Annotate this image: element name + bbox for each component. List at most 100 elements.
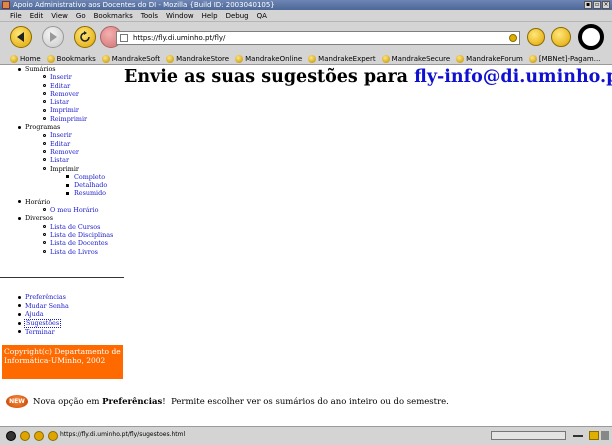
- reload-icon: [80, 31, 90, 42]
- meu-horario-link[interactable]: O meu Horário: [0, 206, 124, 214]
- imprimir-detalhado-link[interactable]: Detalhado: [0, 181, 124, 189]
- programas-editar-link[interactable]: Editar: [0, 140, 124, 148]
- bookmark-mandrakeonline[interactable]: MandrakeOnline: [235, 54, 303, 63]
- menu-window[interactable]: Window: [166, 12, 194, 20]
- sumarios-remover-link[interactable]: Remover: [0, 90, 124, 98]
- throbber-icon[interactable]: [578, 24, 604, 50]
- preferencias-link[interactable]: Preferências: [0, 293, 124, 302]
- window-controls: ▪ ▫ ×: [584, 1, 610, 9]
- imprimir-resumido-link[interactable]: Resumido: [0, 189, 124, 197]
- menu-edit[interactable]: Edit: [30, 12, 44, 20]
- back-arrow-icon: [17, 32, 24, 42]
- sidebar-menu: Sumários Inserir Editar Remover Listar I…: [0, 65, 124, 256]
- menu-view[interactable]: View: [51, 12, 68, 20]
- close-icon[interactable]: ×: [602, 1, 610, 9]
- programas-inserir-link[interactable]: Inserir: [0, 131, 124, 139]
- page-content: Sumários Inserir Editar Remover Listar I…: [0, 65, 612, 426]
- progress-bar: [491, 431, 566, 440]
- news-notice: NEW Nova opção em Preferências! Permite …: [6, 395, 449, 408]
- page-title-text: Envie as suas sugestões para: [124, 67, 409, 87]
- programas-imprimir-label: Imprimir: [0, 165, 124, 173]
- bookmark-mandrakestore[interactable]: MandrakeStore: [166, 54, 230, 63]
- bookmarks-toolbar: Home Bookmarks MandrakeSoft MandrakeStor…: [0, 53, 612, 65]
- menu-tools[interactable]: Tools: [141, 12, 158, 20]
- url-field[interactable]: https://fly.di.uminho.pt/fly/: [116, 31, 520, 45]
- sugestoes-item: Sugestões: [0, 318, 124, 328]
- news-prefix: Nova opção em: [33, 396, 100, 407]
- copyright-box: Copyright(c) Departamento de Informática…: [2, 345, 123, 379]
- sidebar-section-horario: Horário: [0, 198, 124, 206]
- bookmarks-icon: [46, 54, 55, 63]
- bookmark-label: MandrakeStore: [176, 54, 230, 63]
- url-text: https://fly.di.uminho.pt/fly/: [133, 34, 226, 42]
- home-icon: [10, 54, 18, 63]
- sumarios-reimprimir-link[interactable]: Reimprimir: [0, 115, 124, 123]
- bookmark-mandrakeexpert[interactable]: MandrakeExpert: [308, 54, 376, 63]
- bookmark-icon: [166, 54, 175, 63]
- menubar: File Edit View Go Bookmarks Tools Window…: [0, 10, 612, 22]
- search-button[interactable]: [527, 28, 545, 46]
- status-text: https://fly.di.uminho.pt/fly/sugestoes.h…: [60, 431, 186, 438]
- imprimir-completo-link[interactable]: Completo: [0, 173, 124, 181]
- menu-debug[interactable]: Debug: [226, 12, 249, 20]
- sidebar-section-sumarios: Sumários: [0, 65, 124, 73]
- sumarios-inserir-link[interactable]: Inserir: [0, 73, 124, 81]
- bookmark-icon: [235, 54, 244, 63]
- bookmark-mandrakesoft[interactable]: MandrakeSoft: [101, 54, 160, 63]
- bookmark-label: Bookmarks: [56, 54, 96, 63]
- mail-icon[interactable]: [20, 431, 30, 441]
- bookmark-mbnet[interactable]: [MBNet]-Pagam...: [528, 54, 601, 63]
- bookmark-mandrakeforum[interactable]: MandrakeForum: [456, 54, 523, 63]
- maximize-icon[interactable]: ▫: [593, 1, 601, 9]
- bookmark-home[interactable]: Home: [10, 54, 41, 63]
- sidebar-divider: [0, 277, 124, 278]
- bookmark-bookmarks[interactable]: Bookmarks: [46, 54, 96, 63]
- menu-help[interactable]: Help: [202, 12, 218, 20]
- resize-grip-icon[interactable]: [601, 431, 609, 440]
- url-dropdown-icon[interactable]: [509, 34, 517, 42]
- print-button[interactable]: [551, 27, 571, 47]
- bookmark-icon: [381, 54, 390, 63]
- sugestoes-link[interactable]: Sugestões: [17, 318, 62, 328]
- bookmark-icon: [456, 54, 465, 63]
- forward-arrow-icon: [50, 32, 57, 42]
- back-button[interactable]: [10, 26, 32, 48]
- composer-icon[interactable]: [34, 431, 44, 441]
- sumarios-listar-link[interactable]: Listar: [0, 98, 124, 106]
- news-suffix: ! Permite escolher ver os sumários do an…: [162, 396, 449, 407]
- sumarios-editar-link[interactable]: Editar: [0, 82, 124, 90]
- sidebar-section-programas: Programas: [0, 123, 124, 131]
- lista-cursos-link[interactable]: Lista de Cursos: [0, 223, 124, 231]
- menu-qa[interactable]: QA: [257, 12, 267, 20]
- navigator-icon[interactable]: [6, 431, 16, 441]
- page-title: Envie as suas sugestões para fly-info@di…: [124, 67, 612, 87]
- bookmark-label: MandrakeOnline: [245, 54, 303, 63]
- programas-listar-link[interactable]: Listar: [0, 156, 124, 164]
- contact-email-link[interactable]: fly-info@di.uminho.pt: [414, 67, 612, 87]
- minimize-icon[interactable]: ▪: [584, 1, 592, 9]
- window-title: Apoio Administrativo aos Docentes do DI …: [13, 1, 275, 9]
- forward-button[interactable]: [42, 26, 64, 48]
- sidebar-account-menu: Preferências Mudar Senha Ajuda Sugestões…: [0, 293, 124, 336]
- chat-icon[interactable]: [48, 431, 58, 441]
- lista-disciplinas-link[interactable]: Lista de Disciplinas: [0, 231, 124, 239]
- menu-go[interactable]: Go: [76, 12, 86, 20]
- menu-file[interactable]: File: [10, 12, 22, 20]
- menu-bookmarks[interactable]: Bookmarks: [94, 12, 133, 20]
- bookmark-icon: [101, 54, 110, 63]
- mudar-senha-link[interactable]: Mudar Senha: [0, 302, 124, 311]
- ajuda-link[interactable]: Ajuda: [0, 310, 124, 319]
- lista-livros-link[interactable]: Lista de Livros: [0, 248, 124, 256]
- lock-icon[interactable]: [589, 431, 599, 440]
- programas-remover-link[interactable]: Remover: [0, 148, 124, 156]
- terminar-link[interactable]: Terminar: [0, 328, 124, 337]
- sidebar-section-diversos: Diversos: [0, 214, 124, 222]
- window-titlebar[interactable]: Apoio Administrativo aos Docentes do DI …: [0, 0, 612, 10]
- app-icon[interactable]: [2, 1, 10, 9]
- bookmark-label: Home: [20, 54, 41, 63]
- sumarios-imprimir-link[interactable]: Imprimir: [0, 106, 124, 114]
- bookmark-mandrakesecure[interactable]: MandrakeSecure: [381, 54, 450, 63]
- lista-docentes-link[interactable]: Lista de Docentes: [0, 239, 124, 247]
- reload-button[interactable]: [74, 26, 96, 48]
- bookmark-label: [MBNet]-Pagam...: [538, 54, 601, 63]
